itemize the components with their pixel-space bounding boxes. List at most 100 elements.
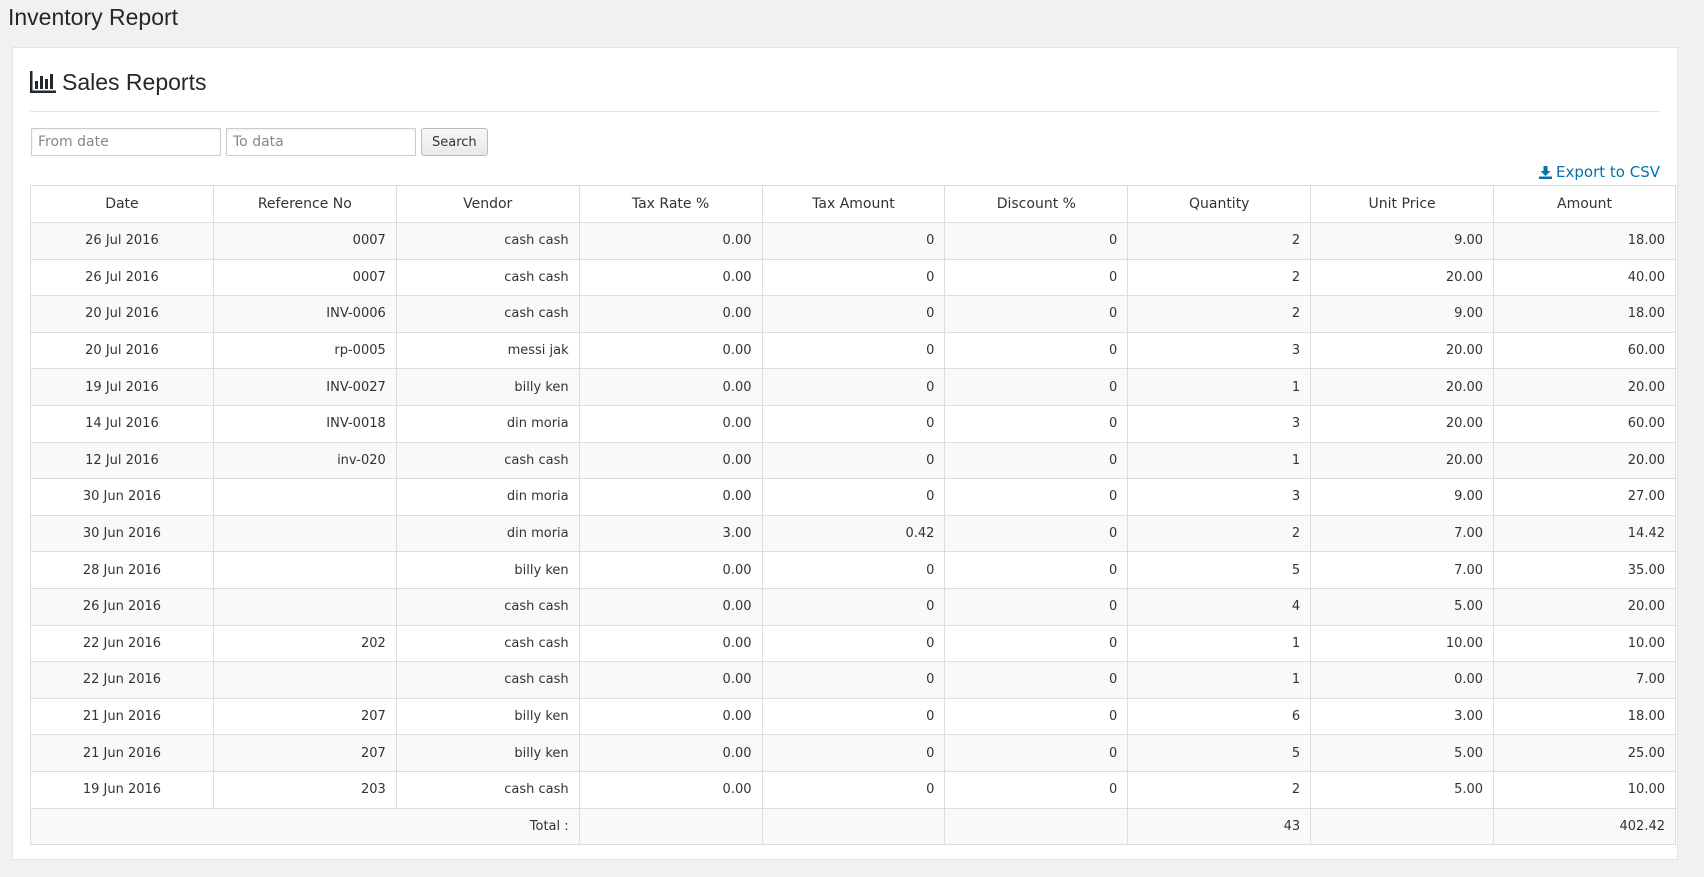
discount-cell: 0 bbox=[944, 258, 1129, 297]
unit-price-cell: 5.00 bbox=[1310, 587, 1495, 626]
reference-cell bbox=[212, 587, 397, 626]
column-header-amount[interactable]: Amount bbox=[1493, 185, 1676, 223]
vendor-cell: din moria bbox=[395, 404, 580, 443]
column-header-tax-amount[interactable]: Tax Amount bbox=[761, 185, 946, 223]
tax-rate-cell: 0.00 bbox=[578, 404, 763, 443]
unit-price-cell: 9.00 bbox=[1310, 222, 1495, 260]
unit-price-cell: 10.00 bbox=[1310, 624, 1495, 663]
vendor-cell: cash cash bbox=[395, 258, 580, 297]
discount-cell: 0 bbox=[944, 368, 1129, 406]
column-header-date[interactable]: Date bbox=[30, 185, 214, 223]
tax-rate-cell: 0.00 bbox=[578, 661, 763, 699]
amount-cell: 60.00 bbox=[1493, 331, 1676, 370]
tax-amount-cell: 0 bbox=[761, 331, 946, 370]
total-unit-price-cell bbox=[1310, 807, 1495, 846]
vendor-cell: billy ken bbox=[395, 551, 580, 589]
bar-chart-icon bbox=[30, 71, 56, 93]
tax-amount-cell: 0 bbox=[761, 295, 946, 333]
sales-report-table: Date Reference No Vendor Tax Rate % Tax … bbox=[30, 185, 1676, 846]
reference-cell bbox=[212, 661, 397, 699]
tax-amount-cell: 0.42 bbox=[761, 514, 946, 553]
table-header-row: Date Reference No Vendor Tax Rate % Tax … bbox=[30, 185, 1676, 223]
total-tax-amount-cell bbox=[761, 807, 946, 846]
table-row: 12 Jul 2016 inv-020 cash cash 0.00 0 0 1 20.00 2… bbox=[30, 441, 1676, 480]
total-tax-rate-cell bbox=[578, 807, 763, 846]
download-icon bbox=[1539, 165, 1553, 179]
tax-rate-cell: 0.00 bbox=[578, 697, 763, 736]
quantity-cell: 6 bbox=[1127, 697, 1312, 736]
tax-amount-cell: 0 bbox=[761, 441, 946, 480]
vendor-cell: billy ken bbox=[395, 697, 580, 736]
reference-cell: 207 bbox=[212, 697, 397, 736]
date-cell: 22 Jun 2016 bbox=[30, 661, 214, 699]
discount-cell: 0 bbox=[944, 331, 1129, 370]
date-cell: 30 Jun 2016 bbox=[30, 514, 214, 553]
quantity-cell: 1 bbox=[1127, 368, 1312, 406]
discount-cell: 0 bbox=[944, 441, 1129, 480]
vendor-cell: cash cash bbox=[395, 770, 580, 809]
discount-cell: 0 bbox=[944, 478, 1129, 516]
total-discount-cell bbox=[944, 807, 1129, 846]
date-cell: 22 Jun 2016 bbox=[30, 624, 214, 663]
unit-price-cell: 20.00 bbox=[1310, 441, 1495, 480]
reference-cell: inv-020 bbox=[212, 441, 397, 480]
reference-cell: 0007 bbox=[212, 258, 397, 297]
reference-cell: 203 bbox=[212, 770, 397, 809]
table-total-row: Total : 43 402.42 bbox=[30, 807, 1676, 846]
unit-price-cell: 20.00 bbox=[1310, 368, 1495, 406]
column-header-vendor[interactable]: Vendor bbox=[395, 185, 580, 223]
tax-rate-cell: 0.00 bbox=[578, 331, 763, 370]
unit-price-cell: 3.00 bbox=[1310, 697, 1495, 736]
sales-report-panel: Sales Reports Search Export to CSV Date … bbox=[12, 47, 1678, 860]
discount-cell: 0 bbox=[944, 661, 1129, 699]
page-title: Inventory Report bbox=[8, 4, 179, 30]
unit-price-cell: 5.00 bbox=[1310, 770, 1495, 809]
tax-rate-cell: 0.00 bbox=[578, 295, 763, 333]
quantity-cell: 3 bbox=[1127, 404, 1312, 443]
reference-cell: 207 bbox=[212, 734, 397, 772]
amount-cell: 7.00 bbox=[1493, 661, 1676, 699]
column-header-quantity[interactable]: Quantity bbox=[1127, 185, 1312, 223]
reference-cell: INV-0018 bbox=[212, 404, 397, 443]
table-row: 26 Jul 2016 0007 cash cash 0.00 0 0 2 20.00 40.0… bbox=[30, 258, 1676, 297]
quantity-cell: 5 bbox=[1127, 734, 1312, 772]
quantity-cell: 2 bbox=[1127, 295, 1312, 333]
tax-amount-cell: 0 bbox=[761, 587, 946, 626]
table-row: 22 Jun 2016 cash cash 0.00 0 0 1 0.00 7.00 bbox=[30, 661, 1676, 699]
unit-price-cell: 20.00 bbox=[1310, 258, 1495, 297]
table-row: 26 Jul 2016 0007 cash cash 0.00 0 0 2 9.00 18.00 bbox=[30, 222, 1676, 260]
table-row: 14 Jul 2016 INV-0018 din moria 0.00 0 0 3 20.00… bbox=[30, 404, 1676, 443]
tax-rate-cell: 0.00 bbox=[578, 478, 763, 516]
tax-rate-cell: 0.00 bbox=[578, 624, 763, 663]
discount-cell: 0 bbox=[944, 551, 1129, 589]
amount-cell: 20.00 bbox=[1493, 441, 1676, 480]
amount-cell: 60.00 bbox=[1493, 404, 1676, 443]
table-row: 21 Jun 2016 207 billy ken 0.00 0 0 5 5.00 25.00 bbox=[30, 734, 1676, 772]
tax-amount-cell: 0 bbox=[761, 404, 946, 443]
amount-cell: 18.00 bbox=[1493, 697, 1676, 736]
vendor-cell: messi jak bbox=[395, 331, 580, 370]
unit-price-cell: 9.00 bbox=[1310, 295, 1495, 333]
export-csv-link[interactable]: Export to CSV bbox=[1539, 163, 1660, 181]
quantity-cell: 2 bbox=[1127, 258, 1312, 297]
table-row: 30 Jun 2016 din moria 0.00 0 0 3 9.00 27.00 bbox=[30, 478, 1676, 516]
search-button[interactable]: Search bbox=[421, 128, 488, 156]
tax-rate-cell: 0.00 bbox=[578, 368, 763, 406]
unit-price-cell: 20.00 bbox=[1310, 331, 1495, 370]
amount-cell: 25.00 bbox=[1493, 734, 1676, 772]
amount-cell: 18.00 bbox=[1493, 295, 1676, 333]
table-row: 20 Jul 2016 rp-0005 messi jak 0.00 0 0 3 20.00 6… bbox=[30, 331, 1676, 370]
from-date-input[interactable] bbox=[31, 128, 221, 156]
date-cell: 30 Jun 2016 bbox=[30, 478, 214, 516]
to-date-input[interactable] bbox=[226, 128, 416, 156]
column-header-reference[interactable]: Reference No bbox=[212, 185, 397, 223]
column-header-tax-rate[interactable]: Tax Rate % bbox=[578, 185, 763, 223]
vendor-cell: cash cash bbox=[395, 661, 580, 699]
column-header-discount[interactable]: Discount % bbox=[944, 185, 1129, 223]
column-header-unit-price[interactable]: Unit Price bbox=[1310, 185, 1495, 223]
tax-rate-cell: 0.00 bbox=[578, 734, 763, 772]
table-row: 19 Jul 2016 INV-0027 billy ken 0.00 0 0 1 20.00… bbox=[30, 368, 1676, 406]
unit-price-cell: 0.00 bbox=[1310, 661, 1495, 699]
panel-header: Sales Reports bbox=[30, 68, 1660, 112]
tax-rate-cell: 0.00 bbox=[578, 551, 763, 589]
